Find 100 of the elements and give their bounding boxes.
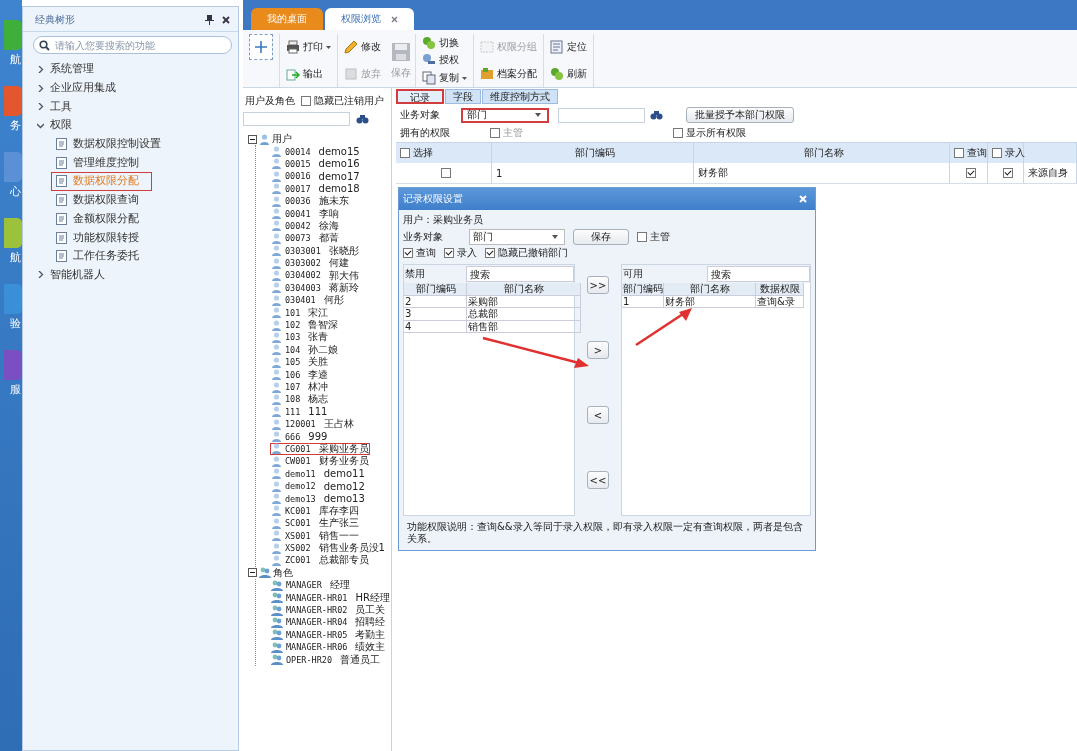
- user-node[interactable]: 104 孙二娘: [270, 343, 340, 357]
- user-node[interactable]: CG001 采购业务员: [270, 442, 370, 456]
- user-node[interactable]: 0303002 何建: [270, 256, 350, 270]
- add-button[interactable]: [249, 34, 273, 60]
- toolbar-button[interactable]: 刷新: [550, 66, 587, 81]
- app-tile-icon[interactable]: [4, 350, 22, 380]
- user-node[interactable]: KC001 库存李四: [270, 504, 360, 518]
- user-node[interactable]: XS002 销售业务员没1: [270, 541, 386, 555]
- user-node[interactable]: 111 111: [270, 405, 329, 418]
- column-header[interactable]: 部门名称: [467, 283, 581, 295]
- user-node[interactable]: 108 杨志: [270, 393, 330, 406]
- move-button[interactable]: <<: [587, 471, 609, 489]
- checkbox[interactable]: 录入: [444, 246, 477, 260]
- column-header[interactable]: 部门编码: [622, 283, 664, 295]
- object-dropdown[interactable]: 部门: [469, 229, 565, 245]
- role-node[interactable]: MANAGER-HR05 考勤主: [270, 628, 387, 641]
- toolbar-button[interactable]: 输出: [286, 66, 331, 81]
- checkbox[interactable]: 显示所有权限: [673, 126, 746, 140]
- expander-icon[interactable]: [248, 134, 257, 144]
- tab[interactable]: 记录: [396, 89, 444, 104]
- user-node[interactable]: 105 关胜: [270, 356, 330, 369]
- toolbar-button[interactable]: 复制: [422, 71, 467, 86]
- tab[interactable]: 字段: [445, 89, 481, 104]
- app-tile-icon[interactable]: [4, 20, 22, 50]
- toolbar-button[interactable]: 修改: [344, 40, 381, 55]
- role-node[interactable]: MANAGER 经理: [270, 579, 351, 592]
- user-node[interactable]: 00017 demo18: [270, 182, 361, 195]
- user-node[interactable]: 00016 demo17: [270, 170, 361, 183]
- column-header[interactable]: 录入: [988, 143, 1024, 163]
- search-field[interactable]: 搜索: [707, 266, 810, 282]
- menu-item[interactable]: 数据权限查询: [51, 190, 148, 210]
- menu-item[interactable]: 工作任务委托: [51, 246, 148, 266]
- user-node[interactable]: demo13 demo13: [270, 492, 366, 505]
- menu-item[interactable]: 管理维度控制: [51, 153, 148, 173]
- user-node[interactable]: 106 李逵: [270, 368, 330, 381]
- column-header[interactable]: 部门编码: [404, 283, 467, 295]
- column-header[interactable]: 部门编码: [492, 143, 694, 163]
- column-header[interactable]: 查询: [950, 143, 988, 163]
- checkbox[interactable]: 主管: [637, 230, 670, 244]
- role-node[interactable]: MANAGER-HR04 招聘经: [270, 616, 387, 629]
- user-node[interactable]: 00042 徐海: [270, 219, 340, 233]
- user-node[interactable]: 00015 demo16: [270, 157, 361, 171]
- user-node[interactable]: SC001 生产张三: [270, 517, 360, 530]
- column-header[interactable]: 部门名称: [664, 283, 756, 295]
- menu-group[interactable]: 智能机器人: [37, 265, 238, 285]
- search-field[interactable]: 请输入您要搜索的功能: [33, 36, 232, 54]
- column-header[interactable]: 数据权限: [756, 283, 804, 295]
- tree-node[interactable]: 用户: [248, 133, 391, 146]
- user-node[interactable]: 00073 都菁: [270, 232, 340, 245]
- user-node[interactable]: 102 鲁智深: [270, 318, 340, 332]
- menu-item[interactable]: 金额权限分配: [51, 209, 148, 229]
- tree-node[interactable]: 角色: [248, 566, 391, 580]
- user-node[interactable]: 030401 何彤: [270, 294, 345, 307]
- user-node[interactable]: 107 林冲: [270, 380, 330, 394]
- expander-icon[interactable]: [248, 568, 257, 578]
- search-field[interactable]: [243, 112, 350, 126]
- menu-group[interactable]: 系统管理: [37, 60, 238, 79]
- role-node[interactable]: MANAGER-HR02 员工关: [270, 603, 387, 617]
- pin-icon[interactable]: [205, 15, 214, 25]
- role-node[interactable]: MANAGER-HR01 HR经理: [270, 591, 391, 604]
- move-button[interactable]: <: [587, 406, 609, 424]
- user-node[interactable]: 00036 施未东: [270, 194, 350, 208]
- tab[interactable]: 维度控制方式: [482, 89, 558, 104]
- toolbar-button[interactable]: 切换: [422, 35, 467, 50]
- menu-group[interactable]: 权限: [37, 116, 238, 135]
- menu-group[interactable]: 企业应用集成: [37, 78, 238, 98]
- user-node[interactable]: 00014 demo15: [270, 145, 361, 158]
- menu-group[interactable]: 工具: [37, 97, 238, 117]
- user-node[interactable]: ZC001 总裁部专员: [270, 554, 370, 567]
- user-node[interactable]: demo12 demo12: [270, 479, 366, 493]
- toolbar-button[interactable]: 授权: [422, 53, 467, 68]
- user-node[interactable]: demo11 demo11: [270, 467, 366, 480]
- user-node[interactable]: 00041 李响: [270, 207, 340, 220]
- user-node[interactable]: 103 张青: [270, 331, 330, 344]
- user-node[interactable]: 120001 王占林: [270, 418, 355, 431]
- role-node[interactable]: OPER-HR20 普通员工: [270, 653, 382, 666]
- toolbar-button[interactable]: 定位: [550, 40, 587, 55]
- checkbox[interactable]: 隐藏已注销用户: [301, 94, 384, 108]
- binoculars-icon[interactable]: [356, 114, 369, 124]
- app-tile-icon[interactable]: [4, 152, 22, 182]
- checkbox[interactable]: 查询: [403, 246, 436, 260]
- menu-item[interactable]: 功能权限转授: [51, 228, 148, 247]
- app-tile-icon[interactable]: [4, 86, 22, 116]
- move-button[interactable]: >>: [587, 276, 609, 294]
- close-icon[interactable]: [222, 16, 230, 24]
- column-header[interactable]: 选择: [396, 143, 492, 163]
- user-node[interactable]: XS001 销售一一: [270, 529, 360, 542]
- user-node[interactable]: 0303001 张晓彤: [270, 244, 360, 257]
- save-button[interactable]: 保存: [573, 229, 629, 245]
- user-node[interactable]: 0304003 蒋新玲: [270, 281, 360, 295]
- move-button[interactable]: >: [587, 341, 609, 359]
- batch-grant-button[interactable]: 批量授予本部门权限: [686, 107, 794, 123]
- app-tile-icon[interactable]: [4, 218, 22, 248]
- app-tile-icon[interactable]: [4, 284, 22, 314]
- search-field[interactable]: [558, 107, 645, 123]
- binoculars-icon[interactable]: [650, 110, 663, 120]
- menu-item[interactable]: 数据权限控制设置: [51, 134, 170, 154]
- user-node[interactable]: 0304002 郭大伟: [270, 269, 360, 282]
- search-field[interactable]: 搜索: [466, 266, 574, 282]
- role-node[interactable]: MANAGER-HR06 绩效主: [270, 641, 387, 654]
